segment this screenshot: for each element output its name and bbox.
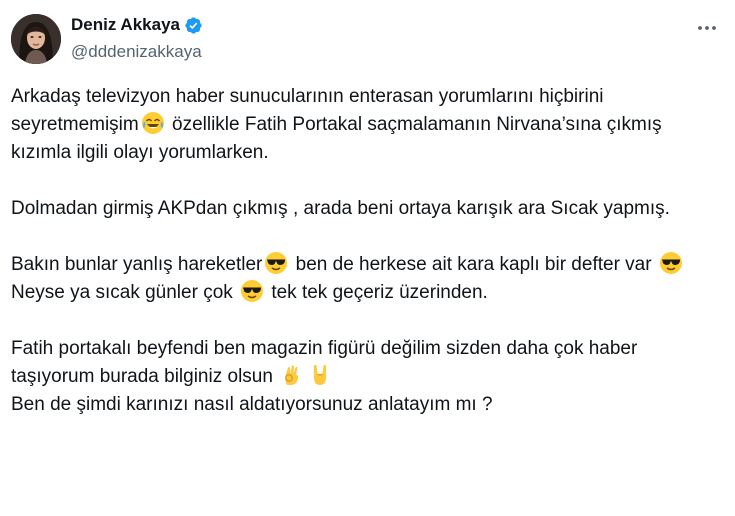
verified-badge-icon xyxy=(184,16,203,35)
face-with-tears-of-joy-icon xyxy=(141,111,165,135)
author-name-row: Deniz Akkaya xyxy=(71,15,203,35)
sunglasses-face-icon xyxy=(240,279,264,303)
tweet-paragraph: Dolmadan girmiş AKPdan çıkmış , arada be… xyxy=(11,198,670,219)
tweet-paragraph: Ben de şimdi karınızı nasıl aldatıyorsun… xyxy=(11,394,493,415)
rock-on-hand-icon xyxy=(308,363,332,387)
tweet-paragraph: Neyse ya sıcak günler çok tek tek geçeri… xyxy=(11,279,723,307)
avatar[interactable] xyxy=(11,14,61,64)
more-options-icon[interactable] xyxy=(695,16,719,40)
tweet: Deniz Akkaya @dddenizakkaya Arkadaş tele… xyxy=(0,0,735,516)
tweet-paragraph: Arkadaş televizyon haber sunucularının e… xyxy=(11,86,662,163)
tweet-paragraph: Bakın bunlar yanlış hareketler ben de he… xyxy=(11,251,723,279)
sunglasses-face-icon xyxy=(659,251,683,275)
author-handle[interactable]: @dddenizakkaya xyxy=(71,42,202,62)
sunglasses-face-icon xyxy=(264,251,288,275)
ok-hand-icon xyxy=(280,363,304,387)
tweet-text: Arkadaş televizyon haber sunucularının e… xyxy=(11,83,723,419)
author-name[interactable]: Deniz Akkaya xyxy=(71,15,180,35)
tweet-paragraph: Fatih portakalı beyfendi ben magazin fig… xyxy=(11,338,638,387)
profile-photo-icon xyxy=(11,14,61,64)
